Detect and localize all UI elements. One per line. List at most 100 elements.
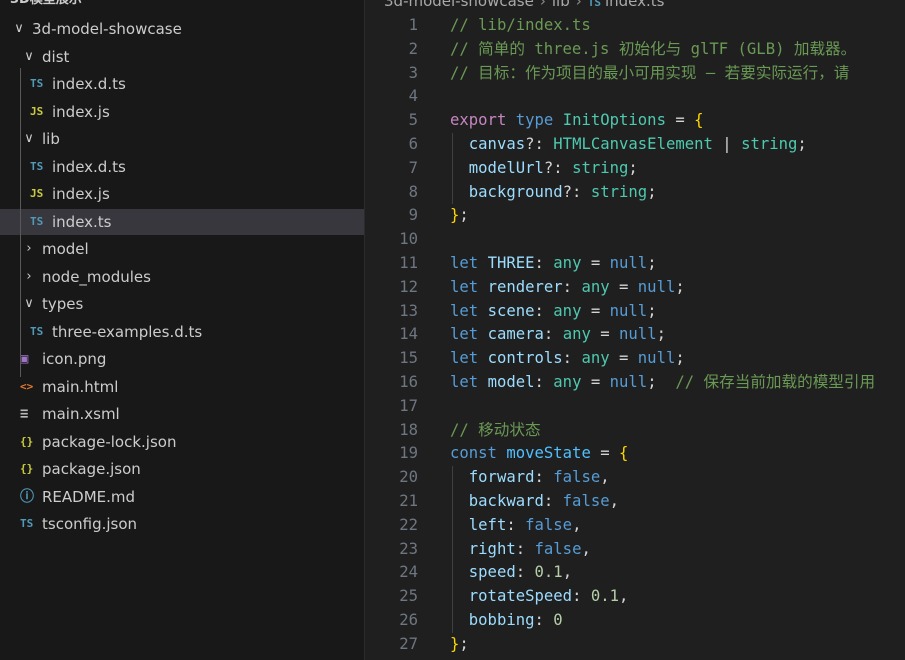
- code-line[interactable]: 3 // 目标：作为项目的最小可用实现 — 若要实际运行，请: [366, 62, 905, 86]
- tree-file-icon.png[interactable]: ▣ icon.png: [0, 346, 364, 372]
- chevron-right-icon: ›: [539, 0, 546, 10]
- code-line[interactable]: 24 speed: 0.1,: [366, 561, 905, 585]
- line-number: 27: [399, 634, 418, 653]
- line-number: 6: [408, 135, 418, 153]
- tree-folder-3d-model-showcase[interactable]: ∨ 3d-model-showcase: [0, 16, 364, 42]
- code-line[interactable]: 27};: [366, 633, 905, 657]
- tree-folder-node_modules[interactable]: › node_modules: [0, 264, 364, 290]
- tree-file-package.json[interactable]: {} package.json: [0, 456, 364, 482]
- tree-item-label: index.js: [52, 185, 110, 203]
- explorer-root-title[interactable]: 3D模型展示: [10, 0, 82, 9]
- breadcrumb-item-project[interactable]: 3d-model-showcase: [384, 0, 534, 10]
- code-line[interactable]: 23 right: false,: [366, 538, 905, 562]
- tree-file-main.xsml[interactable]: ≡ main.xsml: [0, 401, 364, 427]
- code-line[interactable]: 6 canvas?: HTMLCanvasElement | string;: [366, 133, 905, 157]
- tree-file-main.html[interactable]: <> main.html: [0, 374, 364, 400]
- chevron-down-icon[interactable]: ∨: [12, 16, 26, 42]
- code-line[interactable]: 8 background?: string;: [366, 181, 905, 205]
- chevron-down-icon[interactable]: ∨: [22, 44, 36, 70]
- line-number: 17: [399, 396, 418, 415]
- code-text: // 移动状态: [450, 420, 541, 439]
- tree-file-README.md[interactable]: ⓘ README.md: [0, 484, 364, 510]
- code-text: speed: 0.1,: [468, 563, 573, 582]
- tree-file-index.js[interactable]: JS index.js: [0, 181, 364, 207]
- code-line[interactable]: 13 let scene: any = null;: [366, 300, 905, 324]
- code-line[interactable]: 12 let renderer: any = null;: [366, 276, 905, 300]
- tree-file-index.ts[interactable]: TS index.ts: [0, 208, 364, 235]
- line-number: 5: [408, 111, 418, 130]
- code-text: let renderer: any = null;: [450, 277, 685, 296]
- json-file-icon: {}: [20, 462, 34, 475]
- line-number: 13: [399, 301, 418, 320]
- code-line[interactable]: 22 left: false,: [366, 514, 905, 538]
- tree-item-label: lib: [42, 130, 60, 148]
- tree-item-label: node_modules: [42, 267, 151, 286]
- indent-guide: [20, 316, 21, 352]
- code-text: left: false,: [468, 515, 582, 534]
- line-number: 26: [399, 611, 418, 629]
- tree-item-label: package-lock.json: [42, 432, 177, 451]
- code-line[interactable]: 1 // lib/index.ts: [366, 14, 905, 38]
- tree-file-tsconfig.json[interactable]: TS tsconfig.json: [0, 511, 364, 537]
- tree-item-label: index.d.ts: [52, 157, 126, 176]
- code-text: let camera: any = null;: [450, 325, 666, 344]
- code-line[interactable]: 15 let controls: any = null;: [366, 347, 905, 371]
- line-number: 23: [399, 539, 418, 558]
- tree-file-index.d.ts[interactable]: TS index.d.ts: [0, 154, 364, 180]
- tree-folder-lib[interactable]: ∨ lib: [0, 126, 364, 152]
- tree-item-label: main.html: [42, 377, 119, 396]
- tree-file-index.d.ts[interactable]: TS index.d.ts: [0, 71, 364, 97]
- line-number: 15: [399, 349, 418, 368]
- code-line[interactable]: 16 let model: any = null; // 保存当前加载的模型引用: [366, 371, 905, 395]
- code-editor[interactable]: 3d-model-showcase › lib › TS index.ts 1 // lib…: [366, 0, 905, 660]
- code-text: bobbing: 0: [468, 611, 563, 629]
- code-line[interactable]: 25 rotateSpeed: 0.1,: [366, 585, 905, 609]
- code-line[interactable]: 14 let camera: any = null;: [366, 323, 905, 347]
- typescript-file-icon: TS: [30, 159, 44, 173]
- chevron-down-icon[interactable]: ∨: [22, 126, 36, 152]
- code-line[interactable]: 9};: [366, 204, 905, 228]
- breadcrumb-item-file[interactable]: index.ts: [605, 0, 665, 10]
- code-line[interactable]: 26 bobbing: 0: [366, 609, 905, 633]
- code-line[interactable]: 18 // 移动状态: [366, 419, 905, 443]
- typescript-file-icon: TS: [587, 0, 601, 9]
- breadcrumb-item-lib[interactable]: lib: [552, 0, 570, 10]
- chevron-down-icon[interactable]: ∨: [22, 291, 36, 317]
- code-line[interactable]: 20 forward: false,: [366, 466, 905, 490]
- line-number: 12: [399, 277, 418, 296]
- code-line[interactable]: 7 modelUrl?: string;: [366, 157, 905, 181]
- code-line[interactable]: 5 export type InitOptions = {: [366, 109, 905, 133]
- code-line[interactable]: 11 let THREE: any = null;: [366, 252, 905, 276]
- chevron-right-icon[interactable]: ›: [22, 264, 36, 290]
- chevron-right-icon[interactable]: ›: [22, 236, 36, 262]
- code-text: background?: string;: [468, 182, 657, 201]
- tree-folder-dist[interactable]: ∨ dist: [0, 44, 364, 70]
- code-line[interactable]: 4: [366, 85, 905, 109]
- tree-folder-model[interactable]: › model: [0, 236, 364, 262]
- tree-item-label: index.d.ts: [52, 75, 126, 93]
- line-number: 18: [399, 420, 418, 439]
- tree-item-label: model: [42, 240, 89, 258]
- tree-item-label: three-examples.d.ts: [52, 322, 203, 341]
- code-text: // lib/index.ts: [450, 16, 591, 34]
- code-line[interactable]: 19 const moveState = {: [366, 442, 905, 466]
- code-line[interactable]: 21 backward: false,: [366, 490, 905, 514]
- xml-file-icon: ≡: [20, 406, 29, 422]
- code-text: right: false,: [468, 539, 591, 558]
- line-number: 25: [399, 587, 418, 606]
- code-text: rotateSpeed: 0.1,: [468, 587, 629, 606]
- line-number: 3: [408, 63, 418, 82]
- code-text: modelUrl?: string;: [468, 158, 638, 177]
- code-line[interactable]: 17: [366, 395, 905, 419]
- tree-file-index.js[interactable]: JS index.js: [0, 99, 364, 125]
- tree-folder-types[interactable]: ∨ types: [0, 291, 364, 317]
- code-line[interactable]: 2 // 简单的 three.js 初始化与 glTF (GLB) 加载器。: [366, 38, 905, 62]
- tree-item-label: index.ts: [52, 212, 112, 231]
- typescript-file-icon: TS: [30, 77, 44, 90]
- code-line[interactable]: 10: [366, 228, 905, 252]
- tree-file-package-lock.json[interactable]: {} package-lock.json: [0, 429, 364, 455]
- line-number: 7: [408, 158, 418, 177]
- tree-item-label: index.js: [52, 102, 110, 121]
- tree-file-three-examples.d.ts[interactable]: TS three-examples.d.ts: [0, 319, 364, 345]
- tree-item-label: package.json: [42, 460, 141, 478]
